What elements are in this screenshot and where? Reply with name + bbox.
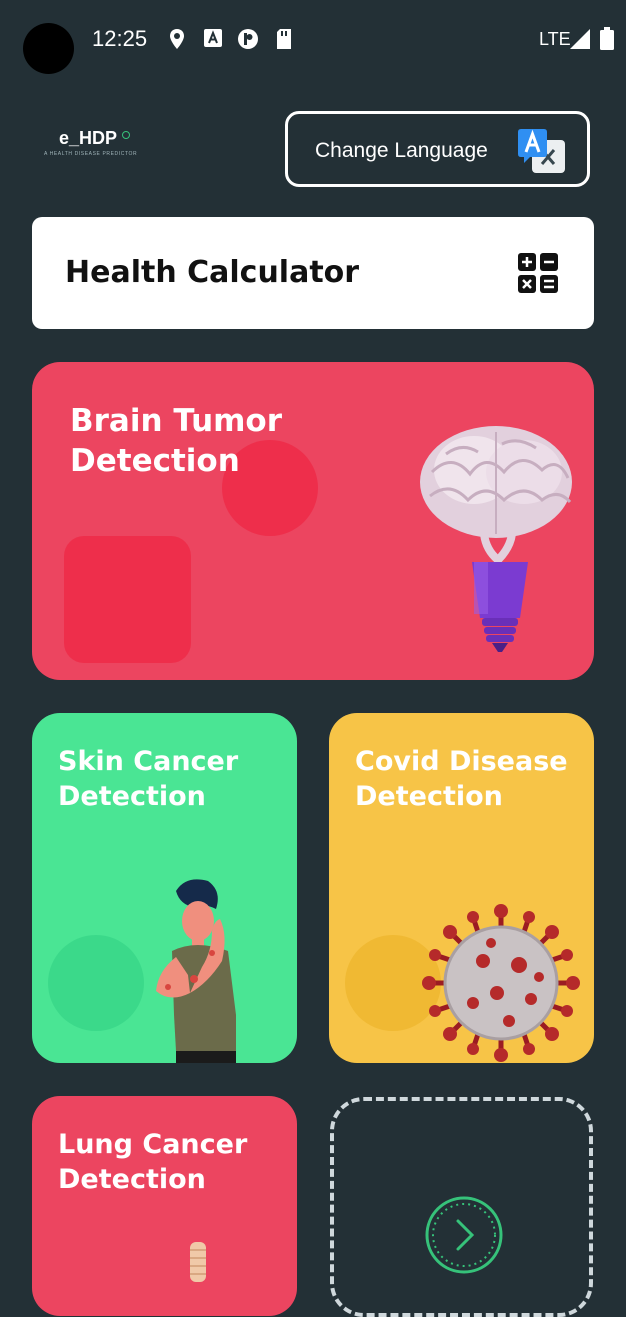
app-logo: e_HDP A HEALTH DISEASE PREDICTOR: [43, 128, 143, 162]
logo-badge: [122, 131, 130, 139]
signal-icon: [570, 29, 590, 49]
health-calculator-title: Health Calculator: [65, 255, 360, 290]
logo-tagline: A HEALTH DISEASE PREDICTOR: [44, 151, 138, 157]
health-calculator-card[interactable]: Health Calculator: [32, 217, 594, 329]
covid-disease-title: Covid Disease Detection: [355, 746, 568, 812]
change-language-button[interactable]: Change Language: [285, 111, 590, 187]
calculator-icon: [518, 253, 558, 293]
status-time: 12:25: [92, 26, 148, 51]
skin-cancer-detection-card[interactable]: Skin Cancer Detection: [32, 713, 297, 1063]
more-diseases-card[interactable]: [330, 1097, 593, 1317]
camera-cutout: [23, 23, 74, 74]
lung-cancer-detection-card[interactable]: Lung Cancer Detection: [32, 1096, 297, 1316]
brain-tumor-detection-card[interactable]: Brain Tumor Detection: [32, 362, 594, 680]
next-arrow-button[interactable]: [424, 1195, 504, 1275]
decorative-circle: [48, 935, 144, 1031]
trachea-illustration: [190, 1242, 206, 1282]
location-icon: [170, 29, 184, 49]
network-type: LTE: [539, 29, 571, 49]
brain-bulb-illustration: [420, 426, 572, 652]
change-language-label: Change Language: [315, 139, 488, 162]
battery-icon: [600, 27, 614, 50]
p-circle-icon: [238, 29, 258, 49]
covid-disease-detection-card[interactable]: Covid Disease Detection: [329, 713, 594, 1063]
person-scratching-illustration: [156, 879, 236, 1063]
brain-tumor-title: Brain Tumor Detection: [70, 403, 283, 479]
logo-name: e_HDP: [59, 128, 118, 148]
skin-cancer-title: Skin Cancer Detection: [58, 746, 239, 812]
a-box-icon: [204, 29, 222, 47]
coronavirus-illustration: [422, 904, 580, 1062]
decorative-square: [64, 536, 191, 663]
status-bar: 12:25 LTE: [0, 0, 626, 80]
lung-cancer-title: Lung Cancer Detection: [58, 1129, 248, 1195]
translate-icon: [518, 129, 565, 173]
sd-card-icon: [277, 29, 291, 49]
